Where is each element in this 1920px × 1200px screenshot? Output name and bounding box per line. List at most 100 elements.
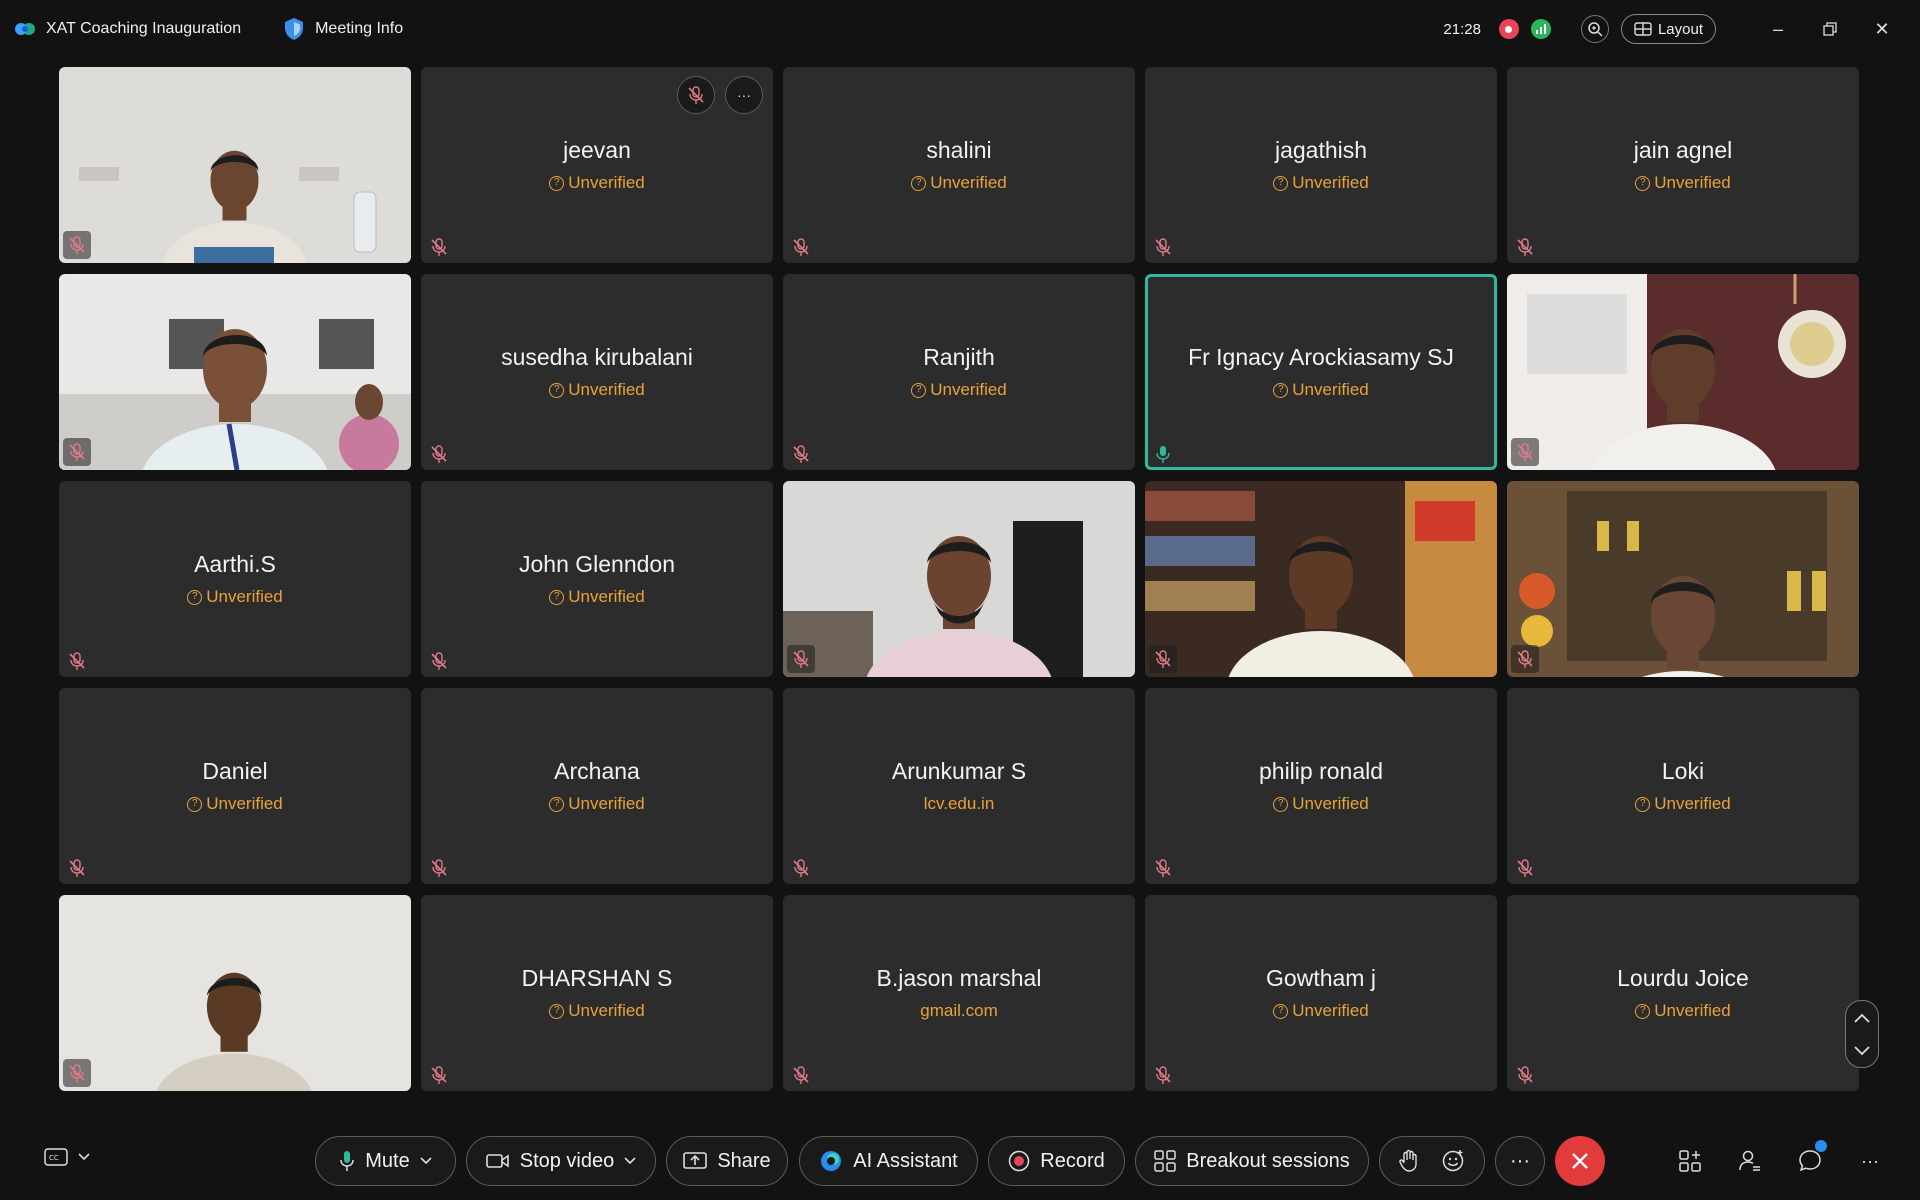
participant-name: susedha kirubalani [501,344,693,370]
more-menu-icon[interactable]: ··· [1853,1144,1887,1178]
network-signal-icon[interactable] [1530,19,1551,39]
muted-mic-icon [1153,858,1173,878]
status-text: Unverified [568,173,645,192]
help-circle-icon: ? [549,382,565,398]
raise-hand-icon[interactable] [1399,1149,1419,1173]
muted-mic-icon [429,858,449,878]
participant-tile[interactable]: Archana ? Unverified [421,688,773,884]
webex-logo-icon [15,23,35,35]
participant-tile[interactable]: Aarthi.S ? Unverified [59,481,411,677]
participant-tile[interactable] [59,67,411,263]
apps-icon[interactable] [1673,1144,1707,1178]
chat-notification-badge [1815,1140,1827,1152]
help-circle-icon: ? [1273,1003,1289,1019]
breakout-label: Breakout sessions [1186,1149,1350,1172]
participant-tile[interactable]: B.jason marshal gmail.com [783,895,1135,1091]
chevron-down-icon[interactable] [420,1157,432,1165]
close-icon[interactable]: ✕ [1862,14,1902,44]
participant-tile[interactable]: Gowtham j? Unverified [1145,895,1497,1091]
muted-mic-icon [429,1065,449,1085]
participant-tile[interactable]: shalini? Unverified [783,67,1135,263]
grid-scroll-control[interactable] [1845,1000,1879,1068]
unverified-status: ? Unverified [783,173,1135,193]
participant-tile[interactable]: Lourdu Joice? Unverified [1507,895,1859,1091]
status-text: Unverified [930,173,1007,192]
stop-video-button[interactable]: Stop video [466,1136,656,1186]
participant-name: B.jason marshal [876,965,1042,991]
chevron-up-icon[interactable] [1853,1012,1871,1024]
meeting-toolbar: CC Mute Stop video Share AI Assistant Re… [0,1130,1920,1192]
participant-tile[interactable]: jagathish? Unverified [1145,67,1497,263]
ai-assistant-button[interactable]: AI Assistant [799,1136,978,1186]
participant-tile[interactable]: Arunkumar S lcv.edu.in [783,688,1135,884]
participant-name: Aarthi.S [194,551,276,577]
participant-tile[interactable] [59,895,411,1091]
participant-tile[interactable] [1145,481,1497,677]
breakout-sessions-button[interactable]: Breakout sessions [1135,1136,1369,1186]
help-circle-icon: ? [549,589,565,605]
participant-tile[interactable]: Ranjith? Unverified [783,274,1135,470]
meeting-info-button[interactable]: Meeting Info [315,20,403,38]
status-text: Unverified [206,794,283,813]
help-circle-icon: ? [1273,175,1289,191]
mute-label: Mute [365,1149,410,1172]
zoom-icon[interactable] [1580,15,1609,43]
shield-icon[interactable] [283,17,305,41]
participant-tile[interactable]: DHARSHAN S? Unverified [421,895,773,1091]
muted-mic-icon [791,237,811,257]
status-text: gmail.com [920,1001,998,1020]
participant-name: Daniel [202,758,268,784]
stop-video-label: Stop video [519,1149,615,1172]
status-text: Unverified [1292,173,1369,192]
status-text: Unverified [1654,1001,1731,1020]
record-icon [1009,1150,1030,1172]
participant-tile[interactable]: John Glenndon? Unverified [421,481,773,677]
chevron-down-icon[interactable] [1853,1045,1871,1057]
unverified-status: ? Unverified [421,794,773,814]
participant-more-button[interactable]: ··· [725,76,763,114]
status-text: Unverified [1292,380,1369,399]
status-text: Unverified [1654,794,1731,813]
participant-tile[interactable]: jeevan? Unverified ··· [421,67,773,263]
chevron-down-icon[interactable] [624,1157,636,1165]
status-text: Unverified [568,587,645,606]
leave-meeting-button[interactable] [1555,1136,1605,1186]
muted-mic-icon [686,85,706,105]
participant-tile[interactable] [1507,481,1859,677]
mute-button[interactable]: Mute [315,1136,456,1186]
participant-tile[interactable]: Fr Ignacy Arockiasamy SJ? Unverified [1145,274,1497,470]
captions-button[interactable]: CC [44,1148,90,1166]
participant-tile[interactable] [59,274,411,470]
help-circle-icon: ? [1273,382,1289,398]
video-camera-icon [485,1154,509,1168]
participant-domain: gmail.com [783,1001,1135,1021]
participant-tile[interactable]: Loki? Unverified [1507,688,1859,884]
minimize-icon[interactable]: – [1758,14,1798,44]
chevron-down-icon[interactable] [78,1153,90,1161]
more-options-button[interactable]: ··· [1495,1136,1545,1186]
help-circle-icon: ? [187,589,203,605]
participant-name: Ranjith [923,344,995,370]
chat-icon[interactable] [1793,1140,1827,1178]
participant-name: Lourdu Joice [1617,965,1749,991]
participants-icon[interactable] [1733,1144,1767,1178]
restore-icon[interactable] [1810,14,1850,44]
reaction-smiley-icon[interactable] [1441,1149,1465,1173]
participant-tile[interactable]: philip ronald? Unverified [1145,688,1497,884]
muted-mic-icon [429,651,449,671]
unverified-status: ? Unverified [59,587,411,607]
participant-tile[interactable] [783,481,1135,677]
participant-name: Archana [554,758,640,784]
record-button[interactable]: Record [988,1136,1125,1186]
participant-tile[interactable] [1507,274,1859,470]
participant-tile[interactable]: jain agnel? Unverified [1507,67,1859,263]
recording-indicator-icon[interactable] [1498,19,1519,39]
muted-mic-icon [1153,237,1173,257]
share-button[interactable]: Share [666,1136,788,1186]
muted-mic-icon [1515,237,1535,257]
participant-tile[interactable]: Daniel? Unverified [59,688,411,884]
mute-participant-button[interactable] [677,76,715,114]
breakout-grid-icon [1154,1150,1177,1172]
layout-button[interactable]: Layout [1620,14,1716,44]
participant-tile[interactable]: susedha kirubalani? Unverified [421,274,773,470]
